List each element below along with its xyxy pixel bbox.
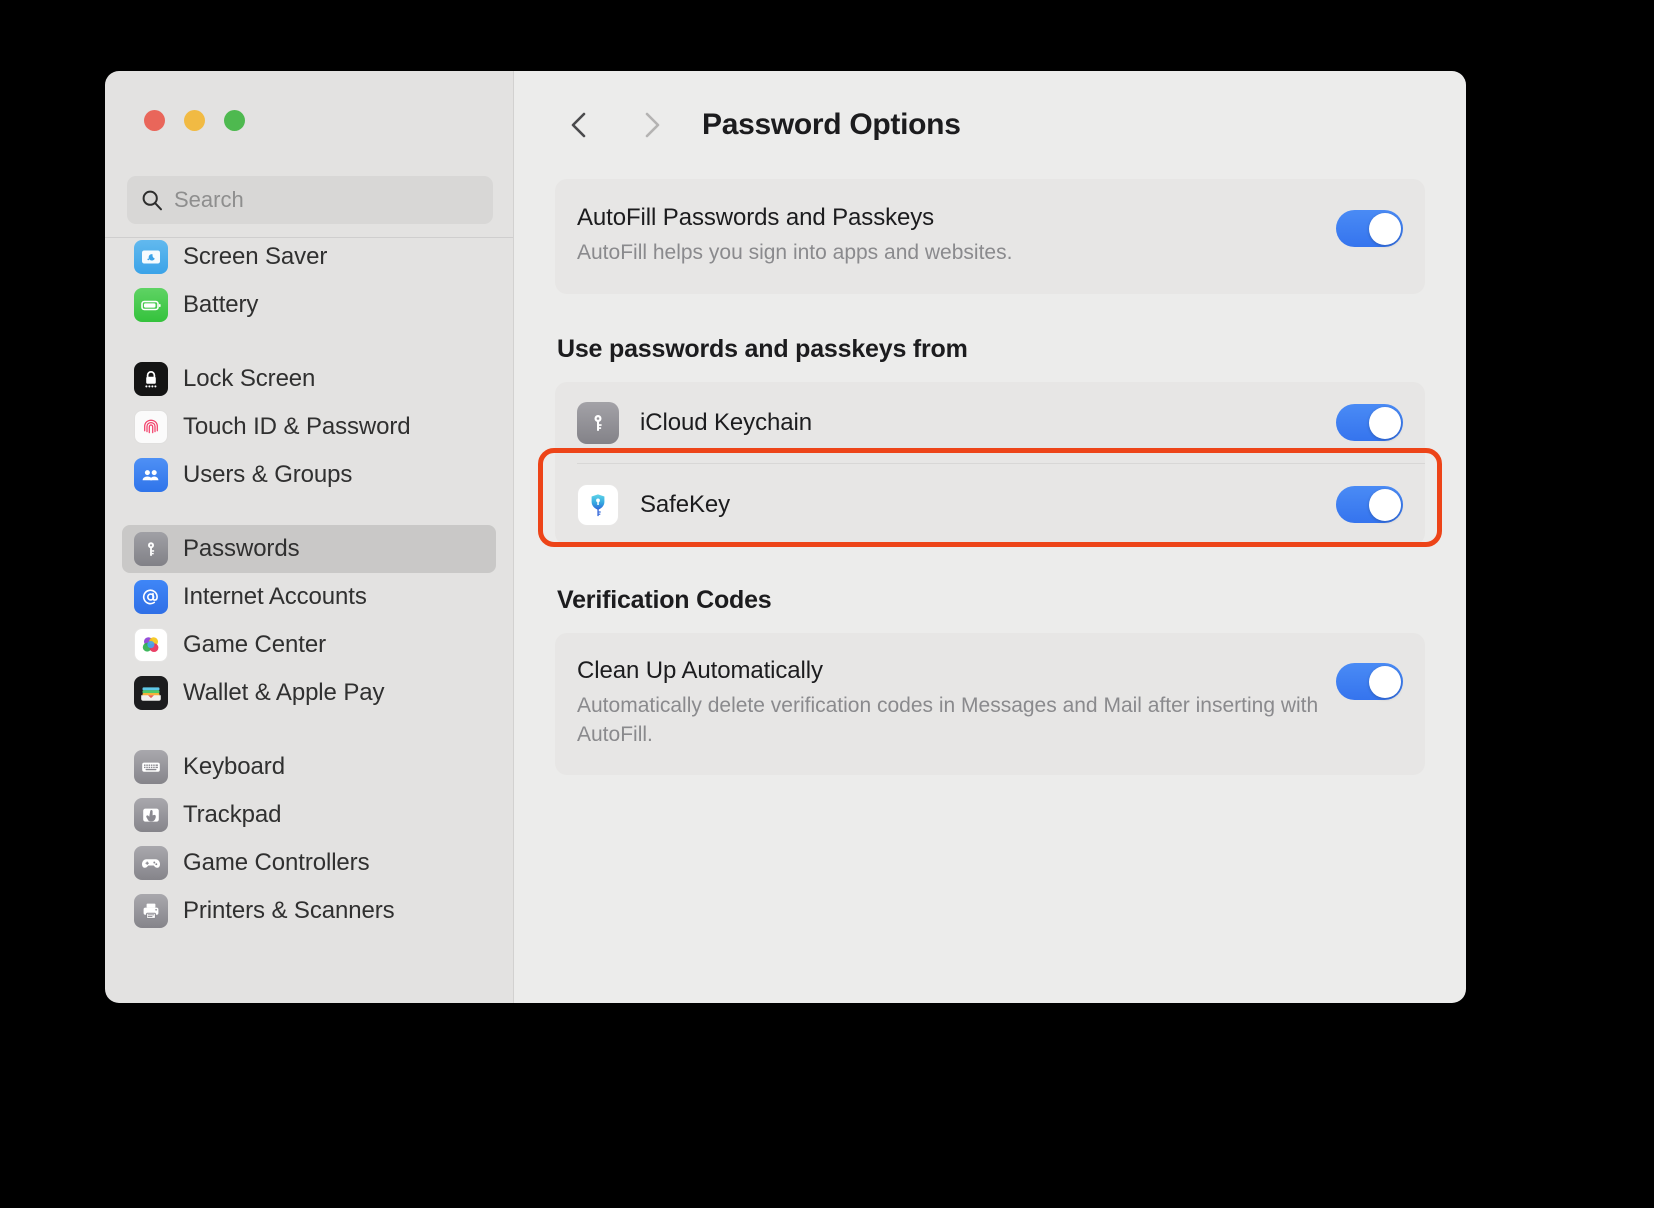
sidebar-item-touch-id[interactable]: Touch ID & Password	[122, 403, 496, 451]
autofill-row: AutoFill Passwords and Passkeys AutoFill…	[555, 204, 1425, 267]
game-center-icon	[134, 628, 168, 662]
icloud-keychain-icon	[577, 401, 619, 444]
sidebar-item-battery[interactable]: Battery	[122, 281, 496, 329]
wallet-icon	[134, 676, 168, 710]
chevron-right-icon	[638, 109, 664, 141]
minimize-button[interactable]	[184, 110, 205, 131]
sidebar-item-game-controllers[interactable]: Game Controllers	[122, 839, 496, 887]
game-controller-icon	[134, 846, 168, 880]
autofill-title: AutoFill Passwords and Passkeys	[577, 204, 935, 231]
sidebar-item-label: Printers & Scanners	[183, 897, 395, 924]
source-label-block: iCloud Keychain	[640, 409, 1336, 437]
lock-screen-icon	[134, 362, 168, 396]
back-button[interactable]	[555, 100, 605, 150]
page-title: Password Options	[702, 108, 961, 141]
clean-up-text-block: Clean Up Automatically Automatically del…	[577, 657, 1336, 749]
sidebar-nav-list: Screen Saver Battery Lock Screen Touch I…	[105, 238, 513, 1003]
sidebar-item-label: Wallet & Apple Pay	[183, 679, 385, 706]
autofill-text-block: AutoFill Passwords and Passkeys AutoFill…	[577, 204, 1336, 267]
autofill-toggle[interactable]	[1336, 210, 1403, 247]
main-header: Password Options	[514, 71, 1466, 179]
source-row-safekey[interactable]: SafeKey	[555, 464, 1425, 545]
settings-content: AutoFill Passwords and Passkeys AutoFill…	[514, 179, 1466, 776]
password-sources-card: iCloud Keychain SafeKey	[555, 382, 1425, 546]
toggle-knob	[1368, 212, 1401, 245]
battery-icon	[134, 288, 168, 322]
clean-up-title: Clean Up Automatically	[577, 657, 823, 685]
keyboard-icon	[134, 750, 168, 784]
printer-icon	[134, 894, 168, 928]
clean-up-subtitle: Automatically delete verification codes …	[577, 694, 1319, 746]
sidebar-item-game-center[interactable]: Game Center	[122, 621, 496, 669]
sidebar-item-keyboard[interactable]: Keyboard	[122, 743, 496, 791]
sidebar-item-label: Screen Saver	[183, 243, 328, 270]
users-groups-icon	[134, 458, 168, 492]
toggle-knob	[1368, 488, 1401, 521]
toggle-knob	[1368, 665, 1401, 698]
close-button[interactable]	[144, 110, 165, 131]
sidebar-item-label: Game Center	[183, 631, 326, 658]
sidebar-item-printers-scanners[interactable]: Printers & Scanners	[122, 887, 496, 935]
source-label: iCloud Keychain	[640, 408, 812, 436]
sidebar-item-trackpad[interactable]: Trackpad	[122, 791, 496, 839]
sidebar-item-internet-accounts[interactable]: Internet Accounts	[122, 573, 496, 621]
sidebar-item-screen-saver[interactable]: Screen Saver	[122, 238, 496, 281]
clean-up-automatically-row: Clean Up Automatically Automatically del…	[555, 633, 1425, 775]
sidebar-item-label: Game Controllers	[183, 849, 370, 876]
toggle-knob	[1368, 406, 1401, 439]
source-row-icloud-keychain[interactable]: iCloud Keychain	[555, 382, 1425, 463]
sidebar-item-label: Battery	[183, 291, 259, 318]
sidebar-item-lock-screen[interactable]: Lock Screen	[122, 355, 496, 403]
sidebar-item-passwords[interactable]: Passwords	[122, 525, 496, 573]
chevron-left-icon	[567, 109, 593, 141]
sidebar-item-wallet-apple-pay[interactable]: Wallet & Apple Pay	[122, 669, 496, 717]
safekey-toggle[interactable]	[1336, 486, 1403, 524]
maximize-button[interactable]	[224, 110, 245, 131]
clean-up-toggle[interactable]	[1336, 663, 1403, 701]
internet-accounts-icon	[134, 580, 168, 614]
main-content-pane: Password Options AutoFill Passwords and …	[514, 71, 1466, 1003]
autofill-subtitle: AutoFill helps you sign into apps and we…	[577, 241, 1013, 264]
source-label-block: SafeKey	[640, 491, 1336, 519]
screen-saver-icon	[134, 240, 168, 274]
forward-button[interactable]	[626, 100, 676, 150]
search-field[interactable]	[127, 176, 493, 224]
sidebar-item-label: Keyboard	[183, 753, 285, 780]
sidebar-item-label: Trackpad	[183, 801, 282, 828]
verification-section-heading: Verification Codes	[557, 586, 772, 615]
sidebar-item-label: Internet Accounts	[183, 583, 367, 610]
passwords-key-icon	[134, 532, 168, 566]
search-input[interactable]	[174, 187, 479, 213]
sidebar-item-label: Passwords	[183, 535, 300, 562]
sidebar-item-label: Users & Groups	[183, 461, 353, 488]
icloud-keychain-toggle[interactable]	[1336, 404, 1403, 442]
sources-section-heading: Use passwords and passkeys from	[557, 335, 968, 364]
source-label: SafeKey	[640, 490, 731, 518]
sidebar: Screen Saver Battery	[105, 71, 514, 1003]
verification-codes-card: Clean Up Automatically Automatically del…	[555, 633, 1425, 776]
system-settings-window: Screen Saver Battery	[105, 71, 1466, 1003]
sidebar-item-users-groups[interactable]: Users & Groups	[122, 451, 496, 499]
search-icon	[141, 189, 163, 211]
autofill-card: AutoFill Passwords and Passkeys AutoFill…	[555, 179, 1425, 295]
safekey-shield-icon	[577, 483, 619, 526]
sidebar-item-label: Lock Screen	[183, 365, 316, 392]
touch-id-icon	[134, 410, 168, 444]
trackpad-icon	[134, 798, 168, 832]
traffic-lights	[144, 110, 245, 131]
sidebar-item-label: Touch ID & Password	[183, 413, 411, 440]
